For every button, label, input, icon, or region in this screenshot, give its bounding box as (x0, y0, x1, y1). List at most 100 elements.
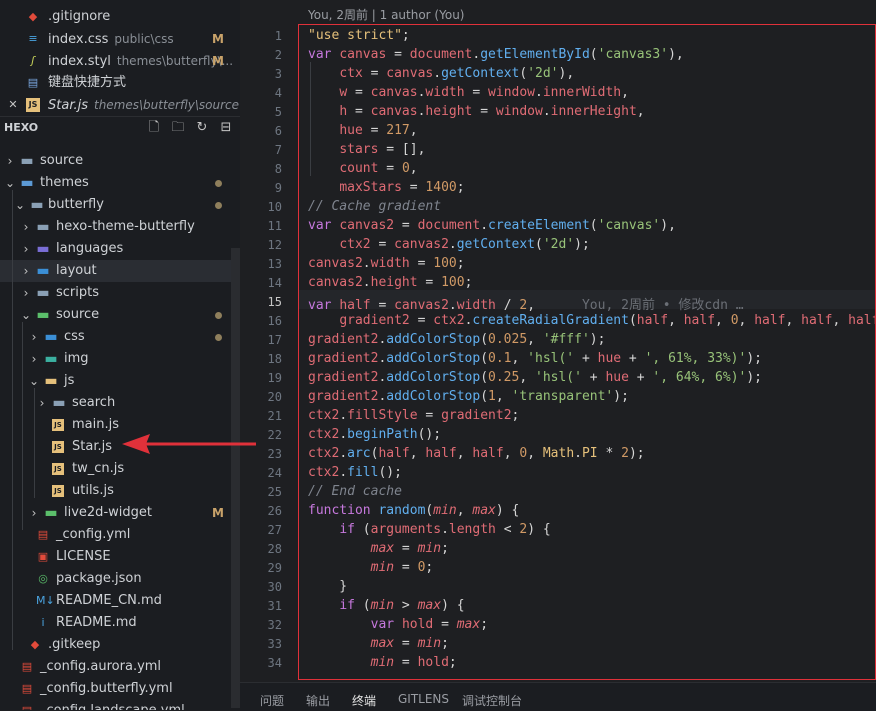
tree-item-label: README.md (56, 615, 137, 630)
line-number: 8 (274, 162, 282, 176)
yml-icon: ▤ (21, 682, 33, 695)
chevron-right-icon[interactable]: › (4, 150, 16, 172)
folder-icon: ▬ (36, 263, 50, 279)
chevron-right-icon[interactable]: › (36, 392, 48, 414)
tree-item-readme-cn-md[interactable]: M↓ README_CN.md (0, 590, 240, 612)
explorer-header: HEXO 🗋 🗀 ↻ ⊟ (0, 116, 240, 139)
tree-item-hexo-theme-butterfly[interactable]: › ▬ hexo-theme-butterfly (0, 216, 240, 238)
tab-problems[interactable]: 问题 (260, 692, 284, 709)
folder-icon: ▬ (44, 329, 58, 345)
tree-item--config-aurora-yml[interactable]: ▤ _config.aurora.yml (0, 656, 240, 678)
tree-item--config-landscape-yml[interactable]: ▤ _config.landscape.yml (0, 700, 240, 710)
chevron-right-icon[interactable]: › (20, 260, 32, 282)
tree-item-live2d-widget[interactable]: › ▬ live2d-widget M (0, 502, 240, 524)
tree-item-label: source (40, 153, 84, 168)
js-icon: JS (52, 419, 64, 431)
line-number: 31 (267, 599, 282, 613)
open-editor-gitignore[interactable]: ◆ .gitignore (0, 6, 240, 28)
tree-item-css[interactable]: › ▬ css (0, 326, 240, 348)
modified-dot (215, 312, 222, 319)
tree-item-js[interactable]: ⌄ ▬ js (0, 370, 240, 392)
chevron-down-icon[interactable]: ⌄ (14, 194, 26, 216)
open-editor-star-js[interactable]: ✕ JS Star.js themes\butterfly\source\js (0, 94, 240, 116)
line-number: 4 (274, 86, 282, 100)
line-number: 5 (274, 105, 282, 119)
tree-item-utils-js[interactable]: JS utils.js (0, 480, 240, 502)
line-number: 21 (267, 409, 282, 423)
keyboard-icon: ▤ (27, 76, 39, 89)
close-icon[interactable]: ✕ (6, 98, 20, 112)
chevron-right-icon[interactable]: › (20, 216, 32, 238)
tree-item-label: butterfly (48, 197, 104, 212)
tree-item-license[interactable]: ▣ LICENSE (0, 546, 240, 568)
tab-gitlens[interactable]: GITLENS (398, 692, 449, 706)
tree-item-tw-cn-js[interactable]: JS tw_cn.js (0, 458, 240, 480)
line-number: 25 (267, 485, 282, 499)
chevron-right-icon[interactable]: › (28, 348, 40, 370)
js-icon: JS (52, 485, 64, 497)
tree-item-label: _config.yml (56, 527, 131, 542)
license-icon: ▣ (37, 550, 49, 563)
line-number: 30 (267, 580, 282, 594)
line-number: 3 (274, 67, 282, 81)
tree-item-label: tw_cn.js (72, 461, 125, 476)
collapse-all-icon[interactable]: ⊟ (218, 120, 234, 136)
tree-item-themes[interactable]: ⌄ ▬ themes (0, 172, 240, 194)
tree-item--config-butterfly-yml[interactable]: ▤ _config.butterfly.yml (0, 678, 240, 700)
line-number: 12 (267, 238, 282, 252)
folder-icon: ▬ (36, 241, 50, 257)
tree-item-label: languages (56, 241, 124, 256)
open-editor-keyboard-shortcuts[interactable]: ▤ 键盘快捷方式 (0, 72, 240, 94)
sidebar-scrollbar[interactable] (231, 248, 240, 708)
line-number: 34 (267, 656, 282, 670)
tree-item-source[interactable]: › ▬ source (0, 150, 240, 172)
code-editor[interactable]: You, 2周前 | 1 author (You) 1 2 3 4 5 6 7 8 9 10 11 1… (240, 0, 876, 682)
folder-icon: ▬ (36, 219, 50, 235)
tab-debug-console[interactable]: 调试控制台 (462, 692, 522, 709)
chevron-right-icon[interactable]: › (28, 326, 40, 348)
line-number: 7 (274, 143, 282, 157)
new-folder-icon[interactable]: 🗀 (170, 120, 186, 136)
tree-item-label: _config.aurora.yml (40, 659, 162, 674)
yml-icon: ▤ (37, 528, 49, 541)
tree-item--gitkeep[interactable]: ◆ .gitkeep (0, 634, 240, 656)
yml-icon: ▤ (21, 660, 33, 673)
tree-item-label: source (56, 307, 100, 322)
open-editor-index-css[interactable]: ≡ index.css public\css M (0, 28, 240, 50)
tree-item-search[interactable]: › ▬ search (0, 392, 240, 414)
tree-item-readme-md[interactable]: i README.md (0, 612, 240, 634)
tree-item-label: _config.butterfly.yml (40, 681, 173, 696)
folder-icon: ▬ (44, 505, 58, 521)
tree-item-layout[interactable]: › ▬ layout (0, 260, 240, 282)
line-number: 14 (267, 276, 282, 290)
tree-item-languages[interactable]: › ▬ languages (0, 238, 240, 260)
tree-item-label: live2d-widget (64, 505, 152, 520)
chevron-right-icon[interactable]: › (28, 502, 40, 524)
folder-icon: ▬ (44, 351, 58, 367)
chevron-right-icon[interactable]: › (20, 282, 32, 304)
tab-output[interactable]: 输出 (306, 692, 330, 709)
tree-item-label: css (64, 329, 85, 344)
line-number: 6 (274, 124, 282, 138)
line-number: 28 (267, 542, 282, 556)
codelens-blame-header[interactable]: You, 2周前 | 1 author (You) (308, 6, 464, 23)
tree-item--config-yml[interactable]: ▤ _config.yml (0, 524, 240, 546)
chevron-down-icon[interactable]: ⌄ (4, 172, 16, 194)
tab-terminal[interactable]: 终端 (352, 692, 376, 709)
chevron-right-icon[interactable]: › (20, 238, 32, 260)
tree-item-source[interactable]: ⌄ ▬ source (0, 304, 240, 326)
tree-item-butterfly[interactable]: ⌄ ▬ butterfly (0, 194, 240, 216)
tree-item-img[interactable]: › ▬ img (0, 348, 240, 370)
refresh-icon[interactable]: ↻ (194, 120, 210, 136)
new-file-icon[interactable]: 🗋 (146, 120, 162, 136)
json-icon: ◎ (38, 572, 48, 585)
line-number: 18 (267, 352, 282, 366)
tree-item-label: hexo-theme-butterfly (56, 219, 195, 234)
tree-item-scripts[interactable]: › ▬ scripts (0, 282, 240, 304)
tree-item-label: main.js (72, 417, 119, 432)
line-number: 9 (274, 181, 282, 195)
indent-guide (22, 322, 23, 530)
tree-item-package-json[interactable]: ◎ package.json (0, 568, 240, 590)
folder-icon: ▬ (20, 153, 34, 169)
open-editor-index-styl[interactable]: ʃ index.styl themes\butterfly\... M (0, 50, 240, 72)
